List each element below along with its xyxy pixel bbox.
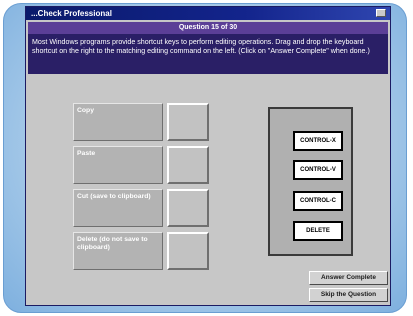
command-label-copy: Copy	[73, 103, 163, 141]
window-control-button[interactable]	[376, 9, 386, 17]
command-label-cut: Cut (save to clipboard)	[73, 189, 163, 227]
drop-slot-copy[interactable]	[167, 103, 209, 141]
shortcut-tile-control-v[interactable]: CONTROL-V	[293, 160, 343, 180]
question-text: Most Windows programs provide shortcut k…	[32, 38, 370, 55]
app-window: ...Check Professional Question 15 of 30 …	[25, 6, 391, 306]
shortcut-tile-delete[interactable]: DELETE	[293, 221, 343, 241]
shortcut-tile-control-x[interactable]: CONTROL-X	[293, 131, 343, 151]
shortcut-panel: CONTROL-X CONTROL-V CONTROL-C DELETE	[268, 107, 353, 256]
window-title: ...Check Professional	[31, 9, 112, 18]
skip-question-button[interactable]: Skip the Question	[309, 288, 388, 302]
shortcut-tile-control-c[interactable]: CONTROL-C	[293, 191, 343, 211]
command-label-delete: Delete (do not save to clipboard)	[73, 232, 163, 270]
drop-slot-cut[interactable]	[167, 189, 209, 227]
title-bar: ...Check Professional	[26, 7, 390, 20]
answer-complete-button[interactable]: Answer Complete	[309, 271, 388, 285]
command-label-paste: Paste	[73, 146, 163, 184]
question-header: Question 15 of 30	[28, 22, 388, 34]
question-panel: Question 15 of 30 Most Windows programs …	[28, 22, 388, 74]
drop-slot-paste[interactable]	[167, 146, 209, 184]
drop-slot-delete[interactable]	[167, 232, 209, 270]
